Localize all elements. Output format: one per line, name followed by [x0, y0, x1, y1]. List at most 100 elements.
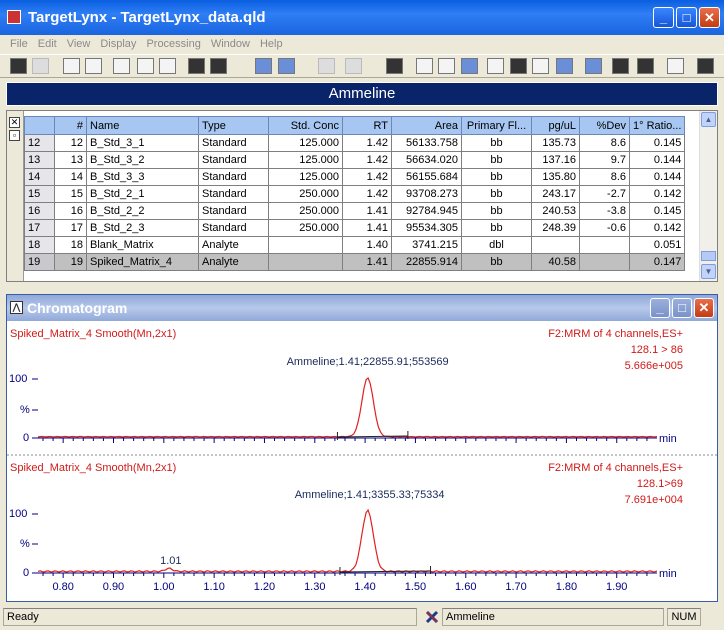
open-icon[interactable] — [10, 58, 27, 74]
print-preview-icon[interactable] — [159, 58, 176, 74]
menu-processing[interactable]: Processing — [141, 35, 205, 53]
next-compound-icon[interactable] — [278, 58, 295, 74]
minimize-button[interactable]: _ — [653, 7, 674, 28]
column-header[interactable] — [24, 116, 55, 135]
column-header[interactable]: Area — [391, 116, 462, 135]
next-sample-icon[interactable] — [210, 58, 227, 74]
table-cell: 240.53 — [531, 202, 580, 220]
scroll-thumb[interactable] — [701, 251, 716, 261]
column-header[interactable]: Primary Fl... — [461, 116, 532, 135]
peak-label: Ammeline;1.41;22855.91;553569 — [287, 356, 449, 368]
table-row[interactable]: 13 13 B_Std_3_2 Standard 125.000 1.42 56634.02… — [24, 151, 686, 169]
peak-icon[interactable] — [63, 58, 80, 74]
row-header[interactable]: 17 — [24, 219, 55, 237]
row-header[interactable]: 13 — [24, 151, 55, 169]
table-cell: 125.000 — [268, 151, 343, 169]
row-header[interactable]: 18 — [24, 236, 55, 254]
table-icon[interactable] — [487, 58, 504, 74]
table-row[interactable]: 15 15 B_Std_2_1 Standard 250.000 1.42 93708.27… — [24, 185, 686, 203]
chromatogram-icon[interactable] — [416, 58, 433, 74]
report-icon[interactable] — [113, 58, 130, 74]
prev-group-icon[interactable] — [318, 58, 335, 74]
chromatogram-title-bar[interactable]: ⋀ Chromatogram _ □ ✕ — [7, 295, 717, 321]
results-table: # Name Type Std. Conc RT Area Primary Fl... pg/… — [24, 116, 686, 271]
table-row[interactable]: 17 17 B_Std_2_3 Standard 250.000 1.41 95534.30… — [24, 219, 686, 237]
grid-vertical-scrollbar[interactable]: ▲ ▼ — [699, 111, 717, 281]
column-header[interactable]: %Dev — [579, 116, 630, 135]
menu-file[interactable]: File — [0, 35, 33, 53]
table-cell: 22855.914 — [391, 253, 462, 271]
table-cell: dbl — [461, 236, 532, 254]
toolbar — [0, 54, 724, 78]
table-cell: B_Std_2_1 — [86, 185, 199, 203]
column-header[interactable]: pg/uL — [531, 116, 580, 135]
prev-compound-icon[interactable] — [255, 58, 272, 74]
menu-view[interactable]: View — [62, 35, 96, 53]
table-cell: 0.051 — [628, 236, 686, 254]
table-cell: bb — [461, 202, 532, 220]
spectrum-icon[interactable] — [438, 58, 455, 74]
row-header[interactable]: 14 — [24, 168, 55, 186]
row-header[interactable]: 19 — [24, 253, 55, 271]
preview-icon[interactable] — [137, 58, 154, 74]
menu-help[interactable]: Help — [255, 35, 288, 53]
row-header[interactable]: 16 — [24, 202, 55, 220]
prev-sample-icon[interactable] — [188, 58, 205, 74]
table-cell: 0.145 — [628, 134, 686, 152]
printer-icon[interactable] — [667, 58, 684, 74]
trace-transition-label: 128.1 > 86 — [631, 344, 683, 356]
table-row[interactable]: 19 19 Spiked_Matrix_4 Analyte 1.41 22855.914 b… — [24, 253, 686, 271]
columns-icon[interactable] — [637, 58, 654, 74]
save-icon[interactable] — [32, 58, 49, 74]
column-header[interactable]: RT — [342, 116, 392, 135]
book-icon[interactable] — [532, 58, 549, 74]
row-header[interactable]: 15 — [24, 185, 55, 203]
table-cell: 0.145 — [628, 202, 686, 220]
column-header[interactable]: Name — [86, 116, 199, 135]
column-header[interactable]: 1° Ratio... — [628, 116, 686, 135]
summary-icon[interactable] — [510, 58, 527, 74]
table-row[interactable]: 16 16 B_Std_2_2 Standard 250.000 1.41 92784.94… — [24, 202, 686, 220]
table-cell: 92784.945 — [391, 202, 462, 220]
table-row[interactable]: 12 12 B_Std_3_1 Standard 125.000 1.42 56133.75… — [24, 134, 686, 152]
chromatogram-maximize-button[interactable]: □ — [672, 298, 692, 318]
method-icon[interactable] — [585, 58, 602, 74]
expand-icon[interactable] — [386, 58, 403, 74]
table-cell: 3741.215 — [391, 236, 462, 254]
column-header[interactable]: Std. Conc — [268, 116, 343, 135]
window-title: TargetLynx - TargetLynx_data.qld — [28, 9, 266, 26]
row-header[interactable]: 12 — [24, 134, 55, 152]
column-header[interactable]: # — [54, 116, 87, 135]
rows-icon[interactable] — [612, 58, 629, 74]
chromatogram-plot[interactable]: Spiked_Matrix_4 Smooth(Mn,2x1) F2:MRM of … — [7, 322, 717, 601]
trace-sample-label: Spiked_Matrix_4 Smooth(Mn,2x1) — [10, 462, 176, 474]
menu-display[interactable]: Display — [95, 35, 141, 53]
table-cell: -3.8 — [579, 202, 630, 220]
x-tick-label: 1.50 — [405, 581, 426, 593]
window-title-bar[interactable]: TargetLynx - TargetLynx_data.qld _ □ ✕ — [0, 0, 724, 35]
scroll-down-arrow-icon[interactable]: ▼ — [701, 264, 716, 279]
x-tick-label: 1.90 — [606, 581, 627, 593]
maximize-button[interactable]: □ — [676, 7, 697, 28]
scroll-up-arrow-icon[interactable]: ▲ — [701, 112, 716, 127]
globe-icon[interactable] — [556, 58, 573, 74]
table-cell: 125.000 — [268, 134, 343, 152]
column-header[interactable]: Type — [198, 116, 269, 135]
table-row[interactable]: 18 18 Blank_Matrix Analyte 1.40 3741.215 dbl 0.… — [24, 236, 686, 254]
grid-close-icon[interactable]: ✕ — [9, 117, 20, 128]
next-group-icon[interactable] — [345, 58, 362, 74]
chromatogram-close-button[interactable]: ✕ — [694, 298, 714, 318]
trace-intensity-label: 7.691e+004 — [625, 494, 683, 506]
integrate-icon[interactable] — [85, 58, 102, 74]
table-row[interactable]: 14 14 B_Std_3_3 Standard 125.000 1.42 56155.68… — [24, 168, 686, 186]
menu-window[interactable]: Window — [206, 35, 255, 53]
help-icon[interactable] — [697, 58, 714, 74]
close-button[interactable]: ✕ — [699, 7, 720, 28]
calibration-icon[interactable] — [461, 58, 478, 74]
grid-row-handle-column: ✕ ▫ — [7, 111, 24, 281]
chromatogram-minimize-button[interactable]: _ — [650, 298, 670, 318]
grid-restore-icon[interactable]: ▫ — [9, 130, 20, 141]
table-cell: Standard — [198, 185, 269, 203]
trace-channel-label: F2:MRM of 4 channels,ES+ — [548, 462, 683, 474]
menu-edit[interactable]: Edit — [33, 35, 62, 53]
